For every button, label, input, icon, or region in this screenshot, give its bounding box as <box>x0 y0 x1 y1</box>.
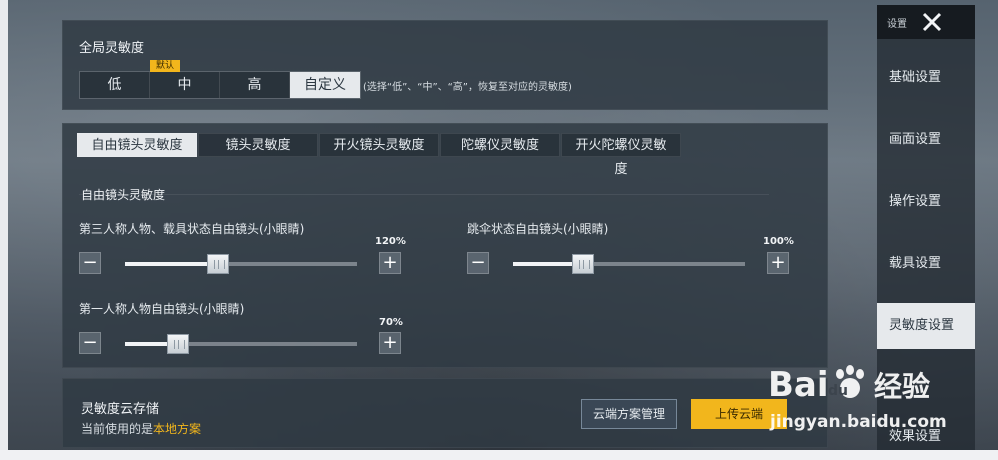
sensitivity-detail-panel: 自由镜头灵敏度 镜头灵敏度 开火镜头灵敏度 陀螺仪灵敏度 开火陀螺仪灵敏度 自由… <box>62 123 828 368</box>
preset-medium-label: 中 <box>177 77 192 93</box>
sensitivity-preset-selector: 低 默认 中 高 自定义 <box>79 60 361 99</box>
first-person-slider[interactable] <box>125 334 357 354</box>
tab-camera[interactable]: 镜头灵敏度 <box>198 133 318 157</box>
tab-free-camera[interactable]: 自由镜头灵敏度 <box>77 133 197 157</box>
svg-text:du: du <box>828 383 848 399</box>
cloud-storage-panel: 灵敏度云存储 当前使用的是本地方案 云端方案管理 上传云端 <box>62 378 828 448</box>
slider-first-person-label: 第一人称人物自由镜头(小眼睛) <box>79 302 245 316</box>
global-sensitivity-panel: 全局灵敏度 低 默认 中 高 自定义 (选择“低”、“中”、“高”，恢复至对应的… <box>62 20 828 110</box>
slider-third-person-label: 第三人称人物、载具状态自由镜头(小眼睛) <box>79 222 305 236</box>
screenshot-border <box>0 0 8 460</box>
third-person-slider-thumb[interactable] <box>206 254 229 274</box>
section-divider <box>79 194 769 195</box>
svg-text:经验: 经验 <box>874 370 930 403</box>
cloud-storage-title: 灵敏度云存储 <box>81 402 160 417</box>
sidebar-item-graphics[interactable]: 画面设置 <box>877 117 975 163</box>
current-scheme-value: 本地方案 <box>153 422 202 436</box>
sidebar-item-vehicle[interactable]: 载具设置 <box>877 241 975 287</box>
first-person-slider-thumb[interactable] <box>167 334 190 354</box>
screenshot-border-bottom <box>0 450 998 460</box>
tab-fire-camera[interactable]: 开火镜头灵敏度 <box>319 133 439 157</box>
slider-first-person-value: 70% <box>379 317 403 328</box>
sidebar-item-basic[interactable]: 基础设置 <box>877 55 975 101</box>
slider-parachute-value: 100% <box>763 236 794 247</box>
baidu-watermark-logo: Bai du 经验 <box>768 365 930 405</box>
preset-low-button[interactable]: 低 <box>80 72 150 98</box>
slider-parachute-label: 跳伞状态自由镜头(小眼睛) <box>467 222 609 236</box>
default-badge: 默认 <box>150 60 181 72</box>
tab-gyroscope[interactable]: 陀螺仪灵敏度 <box>440 133 560 157</box>
preset-medium-button[interactable]: 默认 中 <box>150 60 220 98</box>
watermark-url: jingyan.baidu.com <box>770 412 947 432</box>
global-sensitivity-title: 全局灵敏度 <box>79 41 145 56</box>
third-person-minus-button[interactable]: − <box>79 252 101 274</box>
sidebar-header: 设置 <box>877 5 975 39</box>
tab-fire-gyroscope[interactable]: 开火陀螺仪灵敏度 <box>561 133 681 177</box>
close-icon[interactable] <box>919 9 945 35</box>
preset-high-button[interactable]: 高 <box>220 72 290 98</box>
current-scheme-text: 当前使用的是本地方案 <box>81 420 201 437</box>
first-person-minus-button[interactable]: − <box>79 332 101 354</box>
slider-third-person-value: 120% <box>375 236 406 247</box>
sidebar-header-label: 设置 <box>887 19 907 30</box>
svg-text:Bai: Bai <box>768 365 829 405</box>
third-person-plus-button[interactable]: + <box>379 252 401 274</box>
third-person-slider[interactable] <box>125 254 357 274</box>
parachute-plus-button[interactable]: + <box>767 252 789 274</box>
first-person-plus-button[interactable]: + <box>379 332 401 354</box>
third-person-slider-fill <box>125 262 218 266</box>
parachute-minus-button[interactable]: − <box>467 252 489 274</box>
sidebar-item-controls[interactable]: 操作设置 <box>877 179 975 225</box>
parachute-slider[interactable] <box>513 254 745 274</box>
cloud-scheme-manage-button[interactable]: 云端方案管理 <box>581 399 677 429</box>
preset-custom-button[interactable]: 自定义 <box>290 72 360 98</box>
current-scheme-prefix: 当前使用的是 <box>81 422 154 436</box>
preset-hint-text: (选择“低”、“中”、“高”，恢复至对应的灵敏度) <box>363 82 572 93</box>
sensitivity-tabs: 自由镜头灵敏度 镜头灵敏度 开火镜头灵敏度 陀螺仪灵敏度 开火陀螺仪灵敏度 <box>77 133 682 177</box>
sidebar-item-sensitivity[interactable]: 灵敏度设置 <box>877 303 975 349</box>
parachute-slider-thumb[interactable] <box>571 254 594 274</box>
